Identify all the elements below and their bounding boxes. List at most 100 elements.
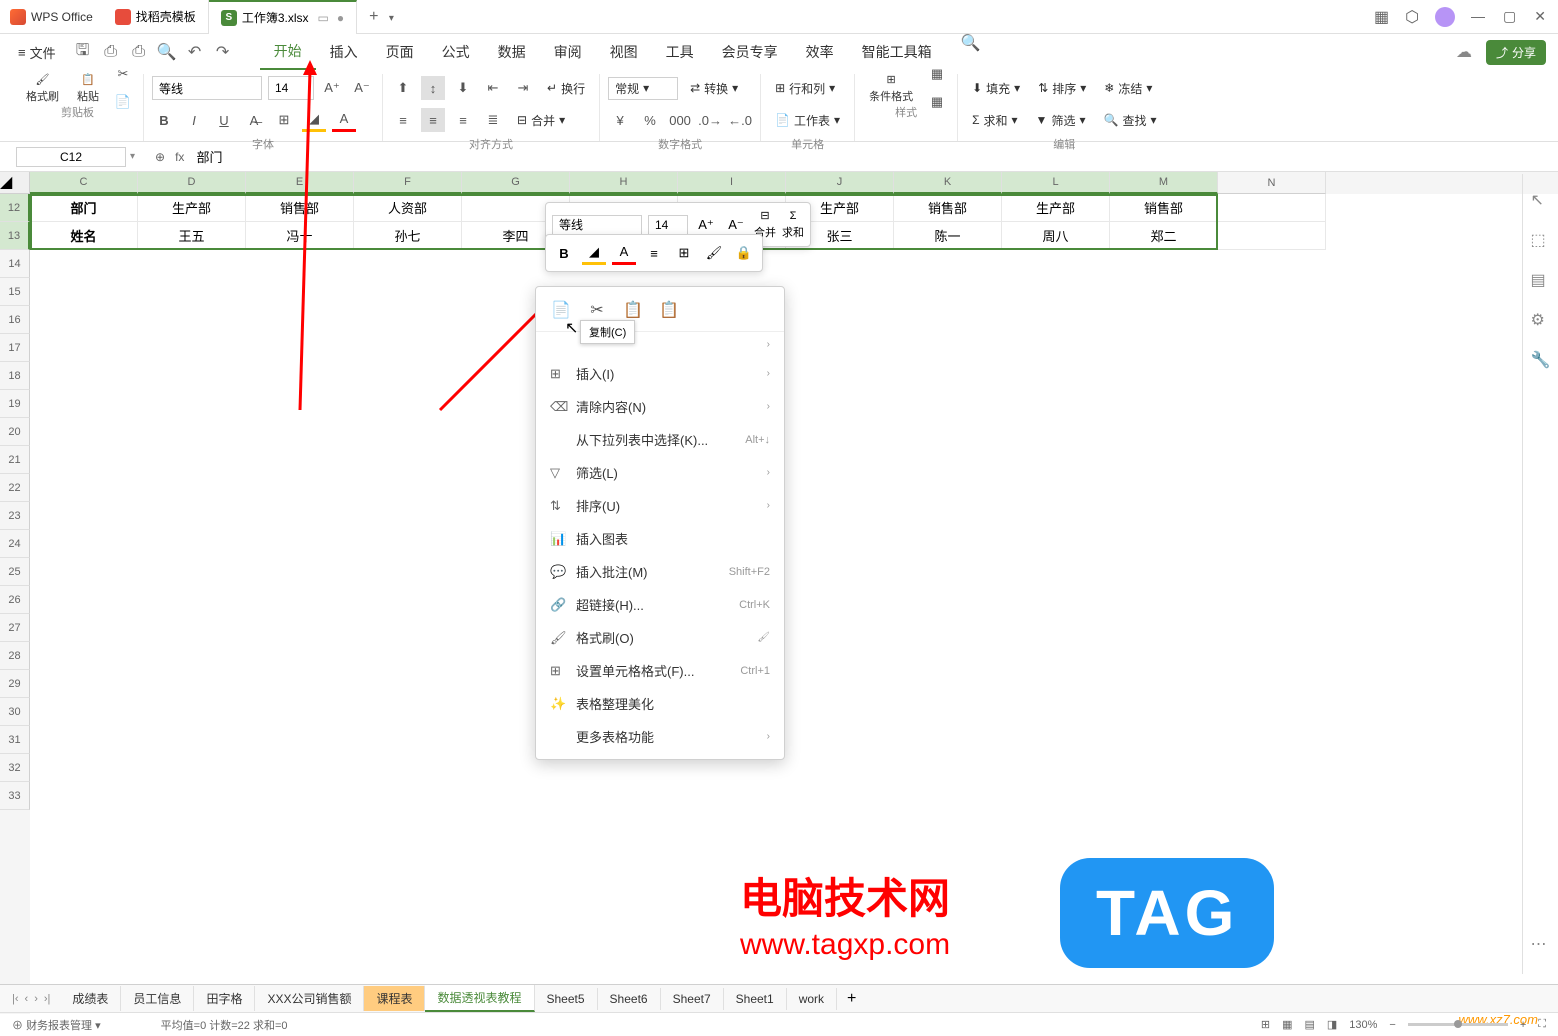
zoom-in-icon[interactable]: + (1520, 1019, 1526, 1031)
row-header[interactable]: 23 (0, 502, 30, 530)
tab-efficiency[interactable]: 效率 (792, 34, 848, 70)
ctx-more-functions[interactable]: 更多表格功能› (536, 720, 784, 753)
merge-button[interactable]: ⊟ 合并 ▾ (511, 110, 571, 131)
row-header[interactable]: 26 (0, 586, 30, 614)
side-select-icon[interactable]: ⬚ (1531, 230, 1551, 250)
file-menu[interactable]: ≡文件 (12, 43, 62, 62)
sheet-tab-active[interactable]: 数据透视表教程 (425, 985, 534, 1012)
col-header[interactable]: L (1002, 172, 1110, 194)
side-more-icon[interactable]: ⋯ (1531, 934, 1551, 954)
print-icon[interactable]: ⎙ (130, 43, 148, 61)
save-icon[interactable]: 🖫 (74, 43, 92, 61)
mini-border-icon[interactable]: ⊞ (672, 241, 696, 265)
row-header[interactable]: 13 (0, 222, 30, 250)
rowcol-button[interactable]: ⊞ 行和列 ▾ (769, 78, 841, 99)
zoom-out-icon[interactable]: − (1389, 1019, 1395, 1031)
row-header[interactable]: 18 (0, 362, 30, 390)
mini-bold-icon[interactable]: B (552, 241, 576, 265)
tab-home[interactable]: 开始 (260, 34, 316, 70)
align-right-icon[interactable]: ≡ (451, 108, 475, 132)
formula-content[interactable]: 部门 (196, 147, 222, 166)
indent-inc-icon[interactable]: ⇥ (511, 76, 535, 100)
cond-format-button[interactable]: ⊞条件格式 (863, 71, 919, 106)
paste-button[interactable]: 📋粘贴 (71, 71, 105, 106)
sheet-tab[interactable]: Sheet1 (724, 988, 787, 1010)
mini-fill-color-icon[interactable]: ◢ (582, 241, 606, 265)
border-icon[interactable]: ⊞ (272, 108, 296, 132)
add-sheet-button[interactable]: + (837, 990, 866, 1008)
ctx-paste-icon[interactable]: 📋 (622, 299, 644, 321)
sheet-tab[interactable]: Sheet7 (661, 988, 724, 1010)
cloud-icon[interactable]: ☁ (1456, 42, 1472, 62)
status-template[interactable]: ⊕ 财务报表管理 ▾ (12, 1017, 101, 1033)
mini-align-icon[interactable]: ≡ (642, 241, 666, 265)
ctx-insert[interactable]: ⊞插入(I)› (536, 357, 784, 390)
align-justify-icon[interactable]: ≣ (481, 108, 505, 132)
increase-font-icon[interactable]: A⁺ (320, 76, 344, 100)
currency-icon[interactable]: ¥ (608, 108, 632, 132)
new-tab-button[interactable]: + ▾ (357, 8, 406, 26)
decimal-dec-icon[interactable]: ←.0 (728, 108, 752, 132)
sheet-tab[interactable]: 课程表 (364, 986, 425, 1011)
cut-icon[interactable]: ✂ (111, 62, 135, 86)
comma-icon[interactable]: 000 (668, 108, 692, 132)
select-all-corner[interactable]: ◢ (0, 172, 30, 194)
avatar[interactable] (1435, 7, 1455, 27)
row-header[interactable]: 15 (0, 278, 30, 306)
wrap-button[interactable]: ↵ 换行 (541, 78, 591, 99)
align-left-icon[interactable]: ≡ (391, 108, 415, 132)
indent-dec-icon[interactable]: ⇤ (481, 76, 505, 100)
row-header[interactable]: 19 (0, 390, 30, 418)
fill-color-icon[interactable]: ◢ (302, 108, 326, 132)
ctx-format-cells[interactable]: ⊞设置单元格格式(F)...Ctrl+1 (536, 654, 784, 687)
row-header[interactable]: 25 (0, 558, 30, 586)
sheet-first-icon[interactable]: |‹ (12, 993, 19, 1005)
cell-reference-input[interactable] (16, 147, 126, 167)
underline-icon[interactable]: U (212, 108, 236, 132)
row-header[interactable]: 33 (0, 782, 30, 810)
ctx-cut-icon[interactable]: ✂ (586, 299, 608, 321)
tab-view[interactable]: 视图 (596, 34, 652, 70)
tab-menu-icon[interactable]: ▭ (318, 11, 329, 25)
col-header[interactable]: M (1110, 172, 1218, 194)
sheet-prev-icon[interactable]: ‹ (25, 993, 29, 1005)
col-header[interactable]: F (354, 172, 462, 194)
close-icon[interactable]: ✕ (1534, 8, 1546, 25)
col-header[interactable]: E (246, 172, 354, 194)
tab-close-icon[interactable]: ● (337, 11, 344, 25)
decimal-inc-icon[interactable]: .0→ (698, 108, 722, 132)
fill-button[interactable]: ⬇ 填充 ▾ (966, 78, 1026, 99)
doc-tab-workbook[interactable]: S 工作簿3.xlsx ▭ ● (209, 0, 357, 34)
zoom-level[interactable]: 130% (1349, 1019, 1377, 1031)
row-header[interactable]: 24 (0, 530, 30, 558)
sum-button[interactable]: Σ 求和 ▾ (966, 110, 1023, 131)
fx-search-icon[interactable]: ⊕ (155, 150, 165, 164)
row-header[interactable]: 28 (0, 642, 30, 670)
ctx-sort[interactable]: ⇅排序(U)› (536, 489, 784, 522)
align-top-icon[interactable]: ⬆ (391, 76, 415, 100)
col-header[interactable]: C (30, 172, 138, 194)
mini-brush-icon[interactable]: 🖌 (702, 241, 726, 265)
tab-page[interactable]: 页面 (372, 34, 428, 70)
style2-icon[interactable]: ▦ (925, 90, 949, 114)
tab-review[interactable]: 审阅 (540, 34, 596, 70)
doc-tab-template[interactable]: 找稻壳模板 (103, 0, 209, 34)
view-page-icon[interactable]: ▤ (1304, 1018, 1314, 1031)
row-header[interactable]: 14 (0, 250, 30, 278)
minimize-icon[interactable]: — (1471, 8, 1485, 25)
col-header[interactable]: K (894, 172, 1002, 194)
col-header[interactable]: G (462, 172, 570, 194)
mini-sum-button[interactable]: Σ求和 (782, 210, 804, 240)
percent-icon[interactable]: % (638, 108, 662, 132)
style1-icon[interactable]: ▦ (925, 62, 949, 86)
mini-increase-font-icon[interactable]: A⁺ (694, 213, 718, 237)
font-select[interactable] (152, 76, 262, 100)
ctx-insert-comment[interactable]: 💬插入批注(M)Shift+F2 (536, 555, 784, 588)
zoom-slider[interactable] (1408, 1023, 1508, 1026)
ctx-dropdown-list[interactable]: 从下拉列表中选择(K)...Alt+↓ (536, 423, 784, 456)
zoom-fit-icon[interactable]: ⛶ (1538, 1018, 1546, 1031)
row-header[interactable]: 16 (0, 306, 30, 334)
ctx-hyperlink[interactable]: 🔗超链接(H)...Ctrl+K (536, 588, 784, 621)
align-center-icon[interactable]: ≡ (421, 108, 445, 132)
row-header[interactable]: 22 (0, 474, 30, 502)
